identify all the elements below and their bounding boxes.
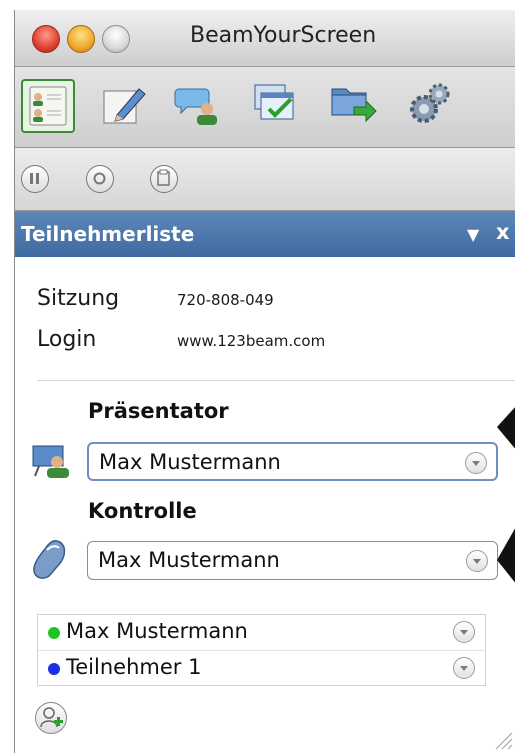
divider: [37, 380, 515, 381]
window-title: BeamYourScreen: [190, 23, 377, 48]
chevron-down-icon: [466, 550, 488, 572]
annotate-button[interactable]: [99, 79, 149, 129]
login-url: www.123beam.com: [177, 332, 326, 350]
participant-row[interactable]: Max Mustermann: [38, 615, 485, 649]
window-select-icon: [254, 84, 294, 120]
collapse-panel-icon[interactable]: ▼: [467, 225, 479, 244]
session-label: Sitzung: [37, 286, 120, 311]
clipboard-icon: [157, 169, 170, 186]
login-label: Login: [37, 327, 97, 352]
status-dot-icon: [48, 663, 60, 675]
record-icon: [93, 172, 106, 185]
app-window: BeamYourScreen Teilnehmerliste ▼ x Sitzu…: [14, 10, 515, 753]
add-user-icon: [40, 707, 63, 728]
pause-icon: [30, 173, 39, 184]
close-window-button[interactable]: [32, 25, 60, 53]
clipboard-button[interactable]: [150, 165, 178, 193]
participant-list: Max Mustermann Teilnehmer 1: [37, 614, 486, 686]
close-panel-button[interactable]: x: [496, 220, 510, 244]
presenter-label: Präsentator: [88, 399, 229, 423]
presenter-selected-value: Max Mustermann: [99, 450, 281, 474]
file-transfer-icon: [331, 88, 377, 123]
control-select[interactable]: Max Mustermann: [87, 541, 498, 580]
callout-arrow-icon: [497, 528, 515, 583]
window-select-button[interactable]: [251, 79, 301, 129]
resize-grip-icon[interactable]: [492, 729, 514, 751]
status-dot-icon: [48, 627, 60, 639]
participant-row[interactable]: Teilnehmer 1: [38, 650, 485, 685]
presenter-select[interactable]: Max Mustermann: [87, 442, 498, 481]
zoom-window-button[interactable]: [102, 25, 130, 53]
chat-user-icon: [174, 88, 217, 125]
participant-name: Teilnehmer 1: [66, 655, 202, 679]
record-button[interactable]: [86, 165, 114, 193]
add-participant-button[interactable]: [35, 702, 67, 734]
chevron-down-icon: [465, 452, 487, 474]
callout-arrow-icon: [497, 407, 515, 449]
participant-name: Max Mustermann: [66, 619, 248, 643]
session-control-bar: [15, 148, 515, 211]
file-transfer-button[interactable]: [328, 79, 378, 129]
session-id: 720-808-049: [177, 291, 274, 309]
participant-list-button[interactable]: [21, 79, 75, 133]
settings-gears-icon: [410, 83, 450, 123]
participant-menu-button[interactable]: [453, 657, 475, 679]
mouse-control-icon: [33, 540, 66, 579]
participant-panel-header: Teilnehmerliste ▼ x: [15, 211, 515, 257]
settings-button[interactable]: [404, 79, 454, 129]
panel-title: Teilnehmerliste: [21, 222, 195, 246]
control-label: Kontrolle: [88, 499, 197, 523]
control-selected-value: Max Mustermann: [98, 548, 280, 572]
participant-menu-button[interactable]: [453, 621, 475, 643]
title-bar[interactable]: BeamYourScreen: [15, 10, 515, 67]
pencil-annotation-icon: [103, 88, 146, 124]
main-toolbar: [15, 67, 515, 148]
chat-button[interactable]: [173, 79, 223, 129]
participant-list-icon: [29, 86, 67, 126]
presenter-icon: [32, 445, 69, 478]
minimize-window-button[interactable]: [67, 25, 95, 53]
pause-button[interactable]: [21, 165, 49, 193]
